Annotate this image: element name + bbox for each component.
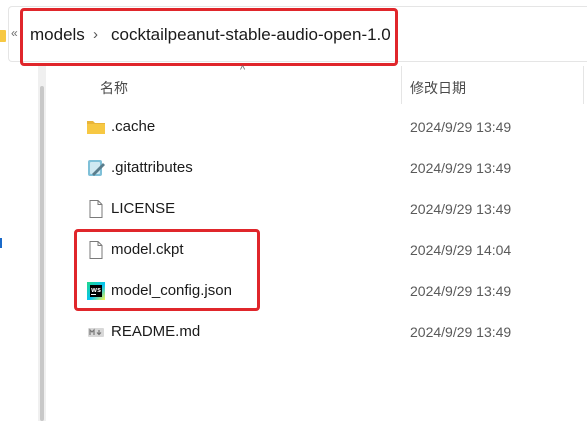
markdown-file-icon xyxy=(88,328,104,337)
navigation-pane[interactable] xyxy=(0,66,39,421)
column-divider[interactable] xyxy=(401,66,402,104)
file-date: 2024/9/29 13:49 xyxy=(410,201,512,217)
file-name: LICENSE xyxy=(111,200,176,217)
column-header-name[interactable]: 名称 xyxy=(100,78,128,98)
file-name: README.md xyxy=(111,323,201,340)
file-name: .cache xyxy=(111,118,156,135)
address-highlight-box xyxy=(20,8,398,66)
file-date: 2024/9/29 13:49 xyxy=(410,119,512,135)
file-date: 2024/9/29 13:49 xyxy=(410,324,512,340)
folder-icon xyxy=(0,30,6,42)
list-item[interactable]: README.md 2024/9/29 13:49 xyxy=(48,312,587,353)
overflow-chevron-icon[interactable]: « xyxy=(11,26,18,40)
file-date: 2024/9/29 13:49 xyxy=(410,160,512,176)
list-item[interactable]: LICENSE 2024/9/29 13:49 xyxy=(48,189,587,230)
blank-file-icon xyxy=(89,200,103,218)
list-item[interactable]: .gitattributes 2024/9/29 13:49 xyxy=(48,148,587,189)
nav-scrollbar-thumb[interactable] xyxy=(40,86,44,421)
column-header-date-modified[interactable]: 修改日期 xyxy=(410,78,466,98)
column-header: 名称 ^ 修改日期 xyxy=(48,64,587,104)
sort-ascending-icon: ^ xyxy=(240,64,246,76)
selected-nav-indicator xyxy=(0,238,2,248)
notepad-file-icon xyxy=(88,160,105,176)
file-name: .gitattributes xyxy=(111,159,193,176)
file-date: 2024/9/29 13:49 xyxy=(410,283,512,299)
list-item[interactable]: .cache 2024/9/29 13:49 xyxy=(48,107,587,148)
column-divider[interactable] xyxy=(583,66,584,104)
folder-icon xyxy=(87,121,105,134)
files-highlight-box xyxy=(74,229,260,311)
file-date: 2024/9/29 14:04 xyxy=(410,242,512,258)
